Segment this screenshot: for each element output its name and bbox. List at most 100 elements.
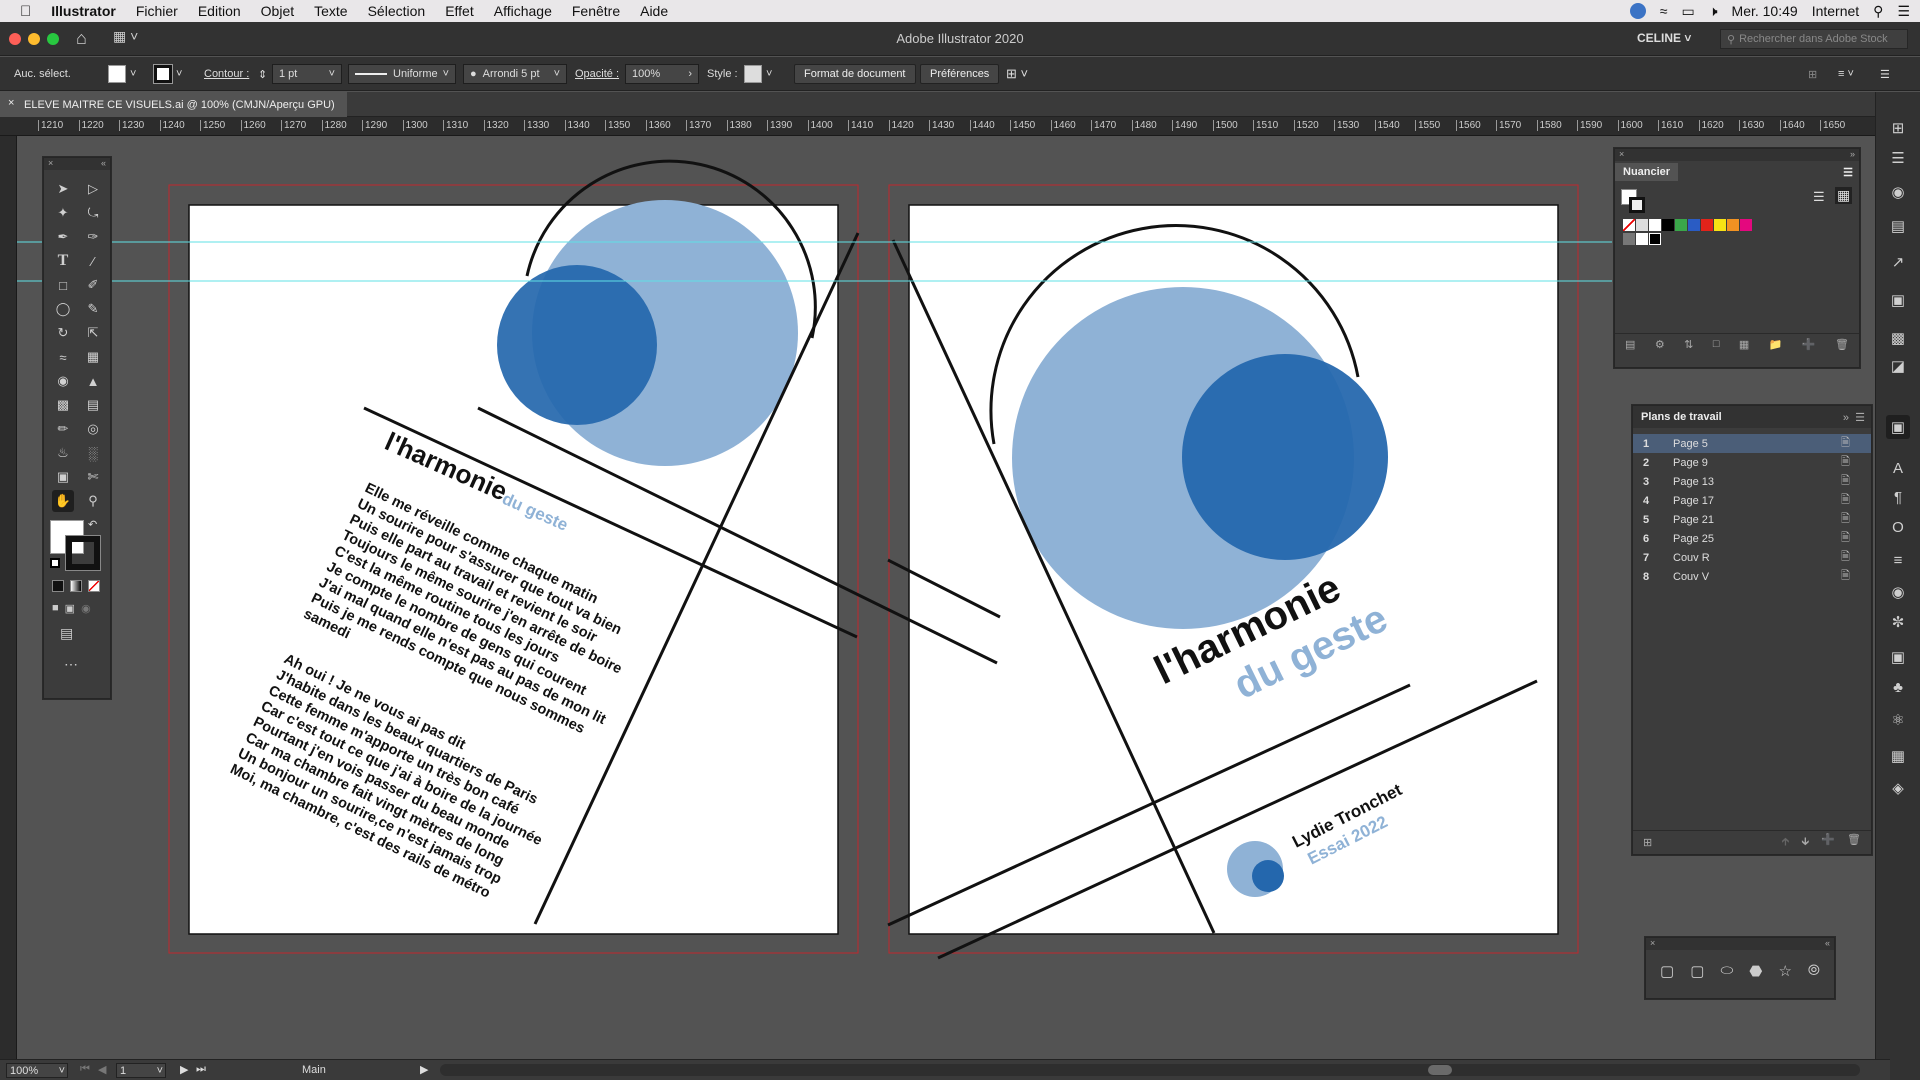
menu-effet[interactable]: Effet: [435, 3, 484, 19]
document-format-button[interactable]: Format de document: [794, 64, 916, 84]
airplay-icon[interactable]: ▭: [1681, 3, 1694, 20]
type-tool-icon[interactable]: T: [52, 250, 74, 272]
character-panel-icon[interactable]: A: [1886, 456, 1910, 480]
symbol-sprayer-tool-icon[interactable]: ♨: [52, 442, 74, 464]
transform-panel-icon[interactable]: ▣: [1886, 645, 1910, 669]
preferences-button[interactable]: Préférences: [920, 64, 1000, 84]
swatch-yellow[interactable]: [1714, 219, 1726, 231]
delete-swatch-icon[interactable]: 🗑: [1835, 338, 1849, 351]
rectangle-tool-icon[interactable]: □: [52, 274, 74, 296]
swatch-kind-icon[interactable]: ⚙: [1655, 338, 1665, 351]
selection-tool-icon[interactable]: ➤: [52, 178, 74, 200]
artboard-row[interactable]: 6 Page 25 🗎: [1633, 529, 1871, 548]
artboard-row[interactable]: 7 Couv R 🗎: [1633, 548, 1871, 567]
swatches-collapse-icon[interactable]: »: [1850, 149, 1855, 161]
swatch-red[interactable]: [1701, 219, 1713, 231]
artboard-options-icon[interactable]: 🗎: [1841, 510, 1871, 529]
move-up-icon[interactable]: 🡱: [1782, 833, 1790, 852]
artboard-row[interactable]: 5 Page 21 🗎: [1633, 510, 1871, 529]
swatch-orange[interactable]: [1727, 219, 1739, 231]
export-icon[interactable]: ↗: [1886, 250, 1910, 274]
swatch-options-icon[interactable]: ▦: [1739, 338, 1749, 351]
menu-selection[interactable]: Sélection: [358, 3, 436, 19]
swap-colors-icon[interactable]: ↶: [88, 518, 97, 531]
transform-icon[interactable]: ⊞: [1808, 64, 1817, 84]
apple-menu-icon[interactable]: : [0, 3, 41, 20]
shaper-tool-icon[interactable]: ◯: [52, 298, 74, 320]
swatch-folder[interactable]: [1623, 233, 1635, 245]
direct-selection-tool-icon[interactable]: ▷: [82, 178, 104, 200]
swatch-green[interactable]: [1675, 219, 1687, 231]
artboards-dock-icon[interactable]: ▣: [1886, 415, 1910, 439]
color-mode-icon[interactable]: [52, 580, 64, 592]
last-artboard-icon[interactable]: ⏭: [196, 1063, 206, 1076]
rearrange-artboards-icon[interactable]: ⊞: [1643, 836, 1652, 849]
vertical-ruler[interactable]: [0, 136, 17, 1059]
puppet-warp-icon[interactable]: ⚛: [1886, 708, 1910, 732]
draw-inside-icon[interactable]: ◉: [81, 602, 91, 615]
list-view-icon[interactable]: ☰: [1813, 189, 1825, 205]
menu-fenetre[interactable]: Fenêtre: [562, 3, 630, 19]
edit-toolbar-icon[interactable]: ⋯: [44, 646, 110, 673]
artboard-row[interactable]: 4 Page 17 🗎: [1633, 491, 1871, 510]
artboard-row[interactable]: 1 Page 5 🗎: [1633, 434, 1871, 453]
close-tab-icon[interactable]: ×: [8, 97, 14, 109]
swatch-import-icon[interactable]: ⇅: [1684, 338, 1693, 351]
draw-behind-icon[interactable]: ▣: [65, 602, 75, 615]
artboard-options-icon[interactable]: 🗎: [1841, 472, 1871, 491]
artboard-options-icon[interactable]: 🗎: [1841, 548, 1871, 567]
creative-cloud-icon[interactable]: [1629, 3, 1646, 19]
swatch-black-2[interactable]: [1649, 233, 1661, 245]
graph-tool-icon[interactable]: ░: [82, 442, 104, 464]
graphic-style-swatch[interactable]: ˅: [744, 64, 772, 84]
first-artboard-icon[interactable]: ⏮: [80, 1063, 90, 1076]
artboard-options-icon[interactable]: 🗎: [1841, 491, 1871, 510]
opentype-panel-icon[interactable]: O: [1886, 515, 1910, 539]
shapes-collapse-icon[interactable]: «: [1825, 938, 1830, 950]
libraries-icon[interactable]: ◉: [1886, 180, 1910, 204]
contour-weight-field[interactable]: 1 pt ˅: [272, 64, 342, 84]
spotlight-icon[interactable]: ⚲: [1873, 3, 1883, 20]
menu-affichage[interactable]: Affichage: [484, 3, 562, 19]
workspace-user[interactable]: CELINE ˅: [1637, 31, 1691, 45]
clock[interactable]: Mer. 10:49: [1732, 3, 1798, 19]
status-menu-icon[interactable]: ▶: [420, 1063, 428, 1076]
artboard-number-field[interactable]: 1 ˅: [116, 1063, 166, 1078]
default-colors-icon[interactable]: [50, 558, 60, 568]
opacity-field[interactable]: 100% ›: [625, 64, 699, 84]
line-tool-icon[interactable]: ∕: [82, 250, 104, 272]
menu-app-name[interactable]: Illustrator: [41, 3, 126, 19]
flare-shape-icon[interactable]: ⦾: [1808, 962, 1820, 980]
shapes-close-icon[interactable]: ×: [1650, 938, 1655, 950]
move-down-icon[interactable]: 🡳: [1801, 833, 1809, 852]
stroke-swatch[interactable]: ˅: [153, 64, 182, 84]
swatch-registration[interactable]: [1636, 219, 1648, 231]
new-folder-icon[interactable]: 📁: [1769, 338, 1783, 351]
transparency-panel-icon[interactable]: ◪: [1886, 354, 1910, 378]
magic-wand-tool-icon[interactable]: ✦: [52, 202, 74, 224]
contour-stepper[interactable]: ⇕: [258, 64, 267, 84]
tools-collapse-icon[interactable]: «: [101, 158, 106, 170]
star-shape-icon[interactable]: ☆: [1778, 962, 1791, 980]
gradient-mode-icon[interactable]: [70, 580, 82, 592]
scale-tool-icon[interactable]: ⇱: [82, 322, 104, 344]
grid-view-icon[interactable]: ▦: [1835, 187, 1853, 204]
blend-tool-icon[interactable]: ◎: [82, 418, 104, 440]
gradient-panel-icon[interactable]: ▩: [1886, 326, 1910, 350]
brush-select[interactable]: ● Arrondi 5 pt ˅: [463, 64, 567, 84]
align-panel-icon[interactable]: ≡: [1886, 548, 1910, 572]
new-color-group-icon[interactable]: □: [1713, 338, 1720, 351]
eraser-tool-icon[interactable]: ✎: [82, 298, 104, 320]
artboard-tool-icon[interactable]: ▣: [52, 466, 74, 488]
paintbrush-tool-icon[interactable]: ✐: [82, 274, 104, 296]
swatch-white[interactable]: [1649, 219, 1661, 231]
swatches-close-icon[interactable]: ×: [1619, 149, 1624, 161]
brushes-panel-icon[interactable]: ✼: [1886, 610, 1910, 634]
control-menu-icon[interactable]: ☰: [1880, 64, 1890, 84]
symbols-panel-icon[interactable]: ♣: [1886, 675, 1910, 699]
eyedropper-tool-icon[interactable]: ✏: [52, 418, 74, 440]
layers-icon[interactable]: ☰: [1886, 146, 1910, 170]
artboard-options-icon[interactable]: 🗎: [1841, 567, 1871, 586]
image-trace-icon[interactable]: ▣: [1886, 288, 1910, 312]
curvature-tool-icon[interactable]: ✑: [82, 226, 104, 248]
